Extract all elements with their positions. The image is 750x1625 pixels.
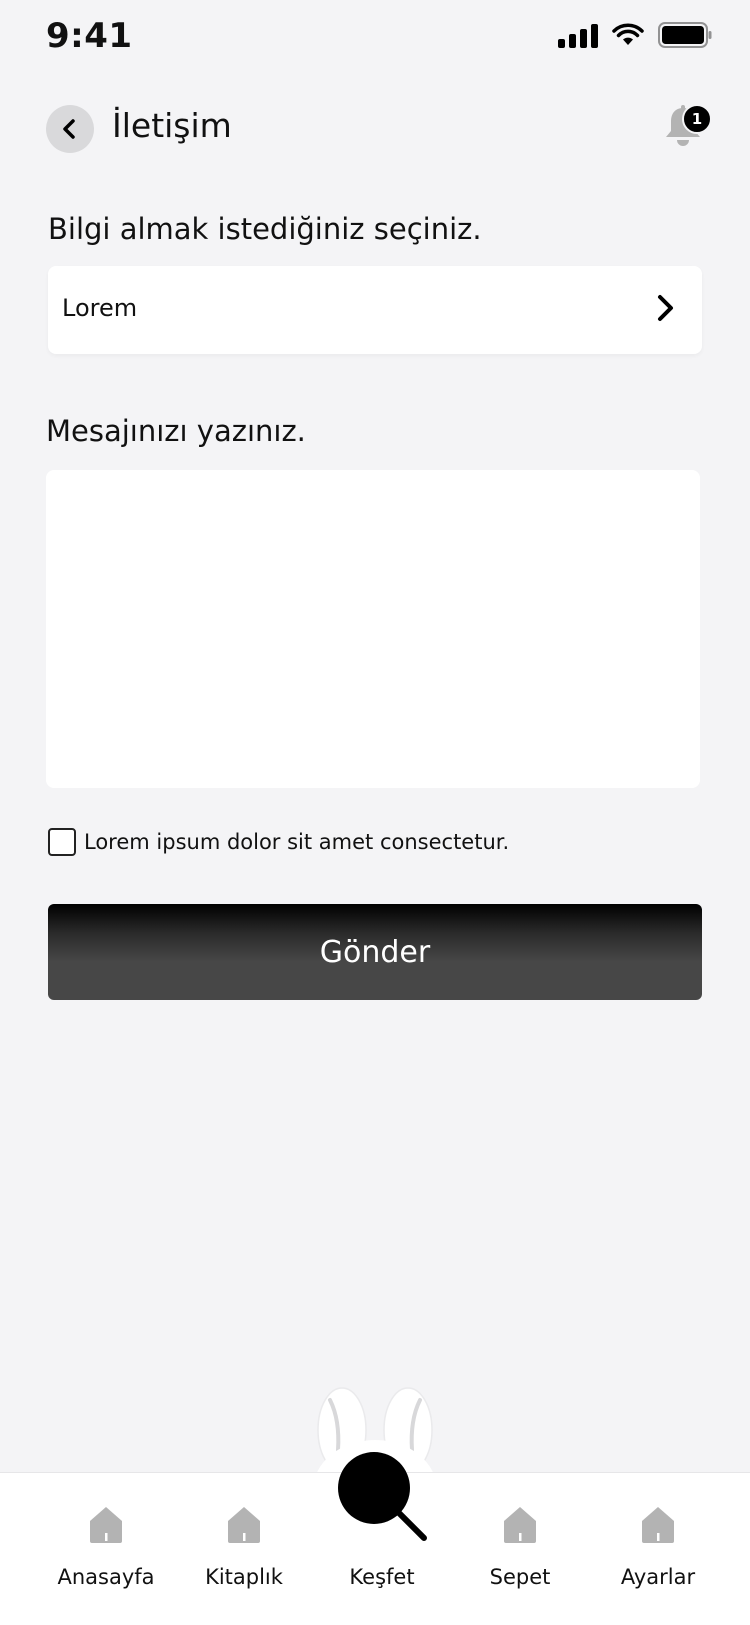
chevron-right-icon [658, 295, 673, 321]
tab-ayarlar[interactable]: Ayarlar [598, 1473, 718, 1625]
chevron-left-icon [63, 119, 75, 139]
home-icon [642, 1507, 674, 1543]
home-icon [504, 1507, 536, 1543]
notification-badge: 1 [682, 104, 712, 134]
consent-text: Lorem ipsum dolor sit amet consectetur. [84, 830, 510, 854]
message-textarea[interactable] [46, 470, 700, 788]
status-bar: 9:41 [0, 0, 750, 80]
header: İletişim [0, 100, 750, 160]
wifi-icon [612, 23, 644, 45]
cellular-signal-icon [558, 22, 598, 48]
status-time: 9:41 [46, 16, 133, 56]
topic-label: Bilgi almak istediğiniz seçiniz. [48, 212, 482, 246]
tab-kitaplik[interactable]: Kitaplık [184, 1473, 304, 1625]
topic-select[interactable]: Lorem [48, 266, 702, 354]
home-icon [90, 1507, 122, 1543]
tab-label: Ayarlar [620, 1565, 696, 1589]
send-button[interactable]: Gönder [48, 904, 702, 1000]
tab-anasayfa[interactable]: Anasayfa [46, 1473, 166, 1625]
topic-select-value: Lorem [62, 294, 138, 322]
tab-label: Anasayfa [57, 1565, 155, 1589]
home-icon [228, 1507, 260, 1543]
consent-row[interactable]: Lorem ipsum dolor sit amet consectetur. [48, 828, 509, 856]
battery-icon [658, 22, 712, 48]
status-icons [558, 22, 712, 48]
consent-checkbox[interactable] [48, 828, 76, 856]
tab-label: Sepet [489, 1565, 551, 1589]
tab-label: Kitaplık [205, 1565, 283, 1589]
page-title: İletişim [112, 106, 232, 145]
search-icon[interactable] [338, 1452, 430, 1544]
back-button[interactable] [46, 105, 94, 153]
tab-label: Keşfet [349, 1565, 415, 1589]
message-label: Mesajınızı yazınız. [46, 414, 306, 448]
tab-sepet[interactable]: Sepet [460, 1473, 580, 1625]
